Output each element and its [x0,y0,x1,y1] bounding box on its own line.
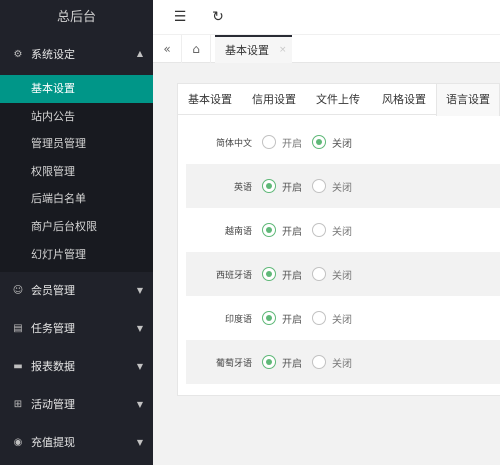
page-tab-basic-settings[interactable]: 基本设置 × [215,35,292,63]
language-label: 简体中文 [215,138,252,149]
sidebar-item-members[interactable]: ☺ 会员管理 ▼ [0,272,153,310]
radio-disable[interactable]: 关闭 [312,267,352,282]
radio-label: 开启 [282,182,302,194]
user-icon: ☺ [12,285,24,297]
chevron-down-icon: ▼ [136,438,143,448]
radio-label: 关闭 [332,314,352,326]
chevron-down-icon: ▼ [136,286,143,296]
sidebar-subitem-backend-whitelist[interactable]: 后端白名单 [0,185,153,213]
chevron-down-icon: ▼ [136,362,143,372]
circle-icon: ◉ [13,437,23,449]
radio-enable[interactable]: 开启 [262,355,302,370]
sidebar-item-label: 报表数据 [31,360,75,374]
radio-label: 开启 [282,270,302,282]
radio-circle-icon [312,223,326,237]
language-row: 西班牙语 开启 关闭 [186,252,500,296]
radio-circle-icon [312,311,326,325]
sidebar-item-reports[interactable]: ▬ 报表数据 ▼ [0,348,153,386]
radio-label: 关闭 [332,358,352,370]
tab-style-settings[interactable]: 风格设置 [372,84,436,115]
radio-disable[interactable]: 关闭 [312,355,352,370]
sidebar-item-system-settings[interactable]: ⚙ 系统设定 ▲ [0,35,153,75]
radio-circle-icon [262,223,276,237]
sidebar-item-label: 系统设定 [31,48,75,61]
sidebar-item-label: 会员管理 [31,284,75,298]
close-icon[interactable]: × [279,45,287,55]
sidebar-subitem-basic-settings[interactable]: 基本设置 [0,75,153,103]
radio-circle-icon [262,311,276,325]
language-row: 葡萄牙语 开启 关闭 [186,340,500,384]
radio-label: 关闭 [332,270,352,282]
topbar: ☰ ↻ [153,0,500,35]
sidebar-item-activities[interactable]: ⊞ 活动管理 ▼ [0,386,153,424]
language-label: 越南语 [224,226,252,237]
radio-enable[interactable]: 开启 [262,223,302,238]
settings-tabs: 基本设置 信用设置 文件上传 风格设置 语言设置 [178,84,500,116]
sidebar-item-tasks[interactable]: ▤ 任务管理 ▼ [0,310,153,348]
language-row: 越南语 开启 关闭 [186,208,500,252]
radio-label: 开启 [282,138,302,150]
sidebar: 总后台 ⚙ 系统设定 ▲ 基本设置 站内公告 管理员管理 权限管理 后端白名单 … [0,0,153,465]
language-row: 印度语 开启 关闭 [186,296,500,340]
tab-basic-settings[interactable]: 基本设置 [178,84,242,115]
radio-label: 关闭 [332,226,352,238]
tabs-prev-icon[interactable]: « [153,35,182,63]
sidebar-subitem-announcements[interactable]: 站内公告 [0,103,153,131]
radio-disable[interactable]: 关闭 [312,223,352,238]
radio-disable[interactable]: 关闭 [312,135,352,150]
chevron-up-icon: ▲ [136,49,143,58]
radio-enable[interactable]: 开启 [262,179,302,194]
page-tab-label: 基本设置 [225,44,269,57]
radio-disable[interactable]: 关闭 [312,311,352,326]
main-content: 基本设置 信用设置 文件上传 风格设置 语言设置 简体中文 开启 关闭 英语 开启 关闭越… [153,63,500,465]
radio-circle-icon [312,179,326,193]
language-label: 葡萄牙语 [215,358,252,369]
tab-credit-settings[interactable]: 信用设置 [242,84,306,115]
submenu-system-settings: 基本设置 站内公告 管理员管理 权限管理 后端白名单 商户后台权限 幻灯片管理 [0,75,153,273]
radio-circle-icon [312,135,326,149]
sidebar-item-label: 任务管理 [31,322,75,336]
tab-language-settings[interactable]: 语言设置 [436,84,500,116]
menu-toggle-icon[interactable]: ☰ [172,9,188,25]
language-label: 英语 [233,182,252,193]
radio-label: 开启 [282,226,302,238]
document-icon: ▤ [13,323,23,335]
chevron-down-icon: ▼ [136,324,143,334]
sidebar-subitem-admin-management[interactable]: 管理员管理 [0,130,153,158]
radio-circle-icon [312,267,326,281]
home-icon[interactable]: ⌂ [182,35,211,63]
sidebar-item-recharge-withdraw[interactable]: ◉ 充值提现 ▼ [0,424,153,462]
radio-circle-icon [262,267,276,281]
radio-circle-icon [262,135,276,149]
brand-title: 总后台 [0,0,153,35]
sidebar-subitem-permissions[interactable]: 权限管理 [0,158,153,186]
radio-label: 关闭 [332,138,352,150]
settings-card: 基本设置 信用设置 文件上传 风格设置 语言设置 简体中文 开启 关闭 英语 开启 关闭越… [177,83,500,396]
radio-enable[interactable]: 开启 [262,135,302,150]
radio-enable[interactable]: 开启 [262,311,302,326]
radio-enable[interactable]: 开启 [262,267,302,282]
page-tab-strip: « ⌂ 基本设置 × [153,35,500,63]
sidebar-item-label: 活动管理 [31,398,75,412]
chevron-down-icon: ▼ [136,400,143,410]
chat-icon: ▬ [13,361,23,373]
language-row: 简体中文 开启 关闭 [186,120,500,164]
language-label: 西班牙语 [215,270,252,281]
language-row: 英语 开启 关闭 [186,164,500,208]
refresh-icon[interactable]: ↻ [210,9,226,25]
radio-circle-icon [312,355,326,369]
radio-circle-icon [262,179,276,193]
language-label: 印度语 [224,314,252,325]
radio-label: 开启 [282,314,302,326]
radio-label: 关闭 [332,182,352,194]
tab-file-upload[interactable]: 文件上传 [306,84,370,115]
radio-circle-icon [262,355,276,369]
sidebar-subitem-merchant-permissions[interactable]: 商户后台权限 [0,213,153,241]
radio-disable[interactable]: 关闭 [312,179,352,194]
sidebar-item-label: 充值提现 [31,436,75,450]
app-icon: ⊞ [13,399,23,411]
sidebar-subitem-slideshow[interactable]: 幻灯片管理 [0,241,153,269]
radio-label: 开启 [282,358,302,370]
gear-icon: ⚙ [13,49,23,60]
